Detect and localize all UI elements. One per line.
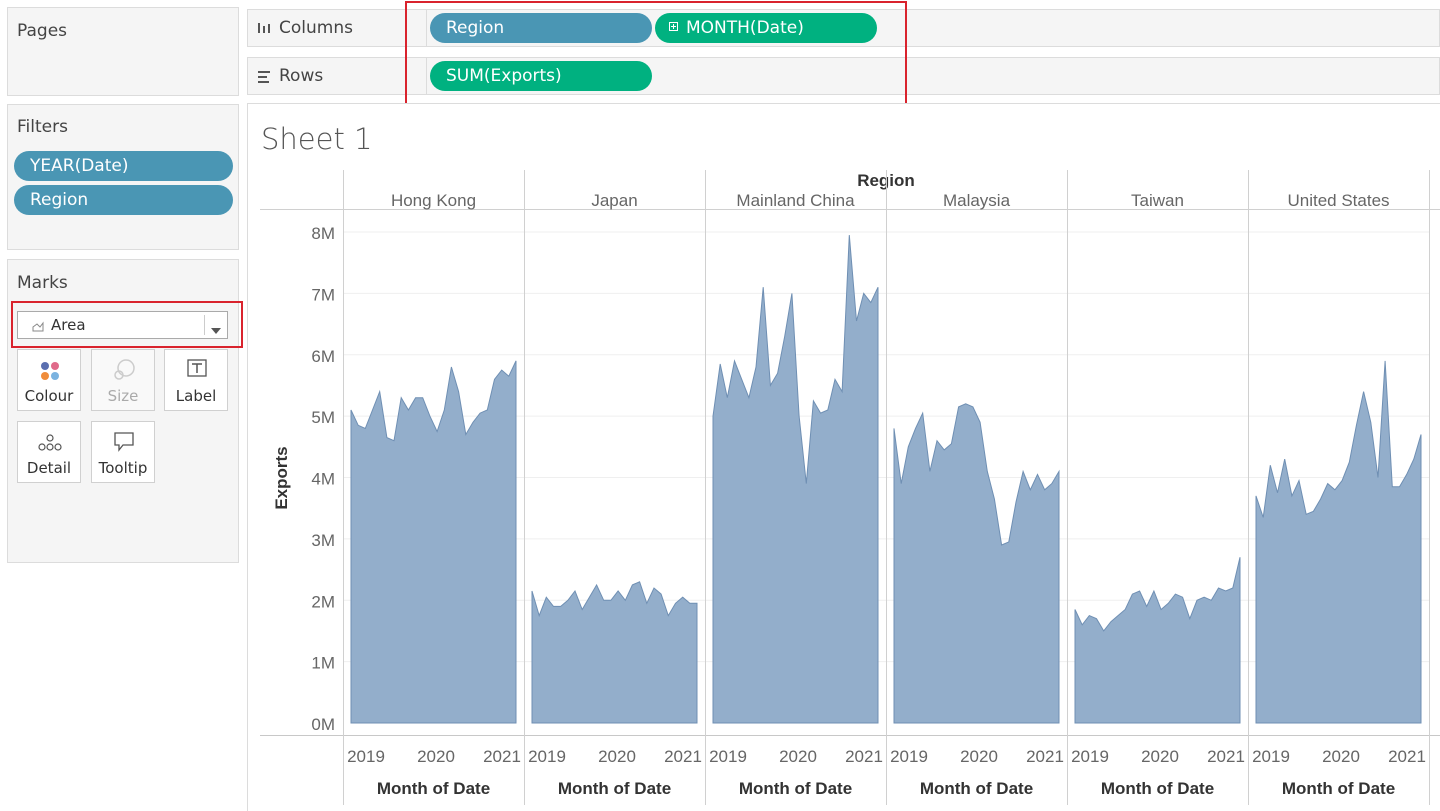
- x-tick-label: 2021: [845, 747, 883, 766]
- y-tick-label: 2M: [311, 592, 335, 611]
- y-tick-label: 1M: [311, 654, 335, 673]
- y-axis-title: Exports: [272, 446, 291, 509]
- pane-header-mainland-china: Mainland China: [736, 191, 855, 210]
- size-button[interactable]: Size: [91, 349, 155, 411]
- sheet-title: Sheet 1: [261, 122, 373, 156]
- x-tick-label: 2020: [960, 747, 998, 766]
- filter-pill-year-date[interactable]: YEAR(Date): [14, 151, 233, 181]
- pane-header-united-states: United States: [1287, 191, 1389, 210]
- rows-label: Rows: [279, 66, 324, 86]
- area-mark-japan: [531, 581, 698, 724]
- x-axis-title: Month of Date: [739, 779, 852, 798]
- area-mark-mainland-china: [712, 235, 879, 724]
- area-chart[interactable]: Region0M1M2M3M4M5M6M7M8MExportsHong Kong…: [248, 160, 1440, 811]
- columns-label: Columns: [279, 18, 353, 38]
- x-tick-label: 2020: [598, 747, 636, 766]
- pane-header-taiwan: Taiwan: [1131, 191, 1184, 210]
- x-tick-label: 2021: [1388, 747, 1426, 766]
- filters-title: Filters: [17, 117, 68, 137]
- label-button[interactable]: Label: [164, 349, 228, 411]
- pane-header-japan: Japan: [591, 191, 637, 210]
- x-tick-label: 2019: [1071, 747, 1109, 766]
- tooltip-icon: [92, 430, 154, 454]
- y-tick-label: 3M: [311, 531, 335, 550]
- y-tick-label: 6M: [311, 347, 335, 366]
- x-tick-label: 2020: [417, 747, 455, 766]
- size-icon: [92, 358, 154, 382]
- x-tick-label: 2020: [1141, 747, 1179, 766]
- label-icon: [165, 358, 227, 382]
- x-tick-label: 2020: [779, 747, 817, 766]
- pages-title: Pages: [17, 21, 68, 41]
- x-axis-title: Month of Date: [1101, 779, 1214, 798]
- x-axis-title: Month of Date: [920, 779, 1033, 798]
- rows-icon: [257, 69, 271, 88]
- x-tick-label: 2019: [347, 747, 385, 766]
- tooltip-label: Tooltip: [98, 459, 148, 477]
- shelves-highlight-box: [405, 1, 907, 112]
- colour-button[interactable]: Colour: [17, 349, 81, 411]
- x-tick-label: 2019: [528, 747, 566, 766]
- y-tick-label: 0M: [311, 715, 335, 734]
- colour-icon: [18, 358, 80, 382]
- columns-icon: [257, 20, 271, 39]
- x-tick-label: 2021: [483, 747, 521, 766]
- area-mark-hong-kong: [350, 360, 517, 724]
- colour-label: Colour: [24, 387, 74, 405]
- area-mark-united-states: [1255, 360, 1422, 724]
- detail-icon: [18, 430, 80, 454]
- filter-pill-region[interactable]: Region: [14, 185, 233, 215]
- filters-panel[interactable]: Filters YEAR(Date) Region: [7, 104, 239, 250]
- x-tick-label: 2021: [1026, 747, 1064, 766]
- x-axis-title: Month of Date: [377, 779, 490, 798]
- x-axis-title: Month of Date: [1282, 779, 1395, 798]
- pane-header-malaysia: Malaysia: [943, 191, 1011, 210]
- y-tick-label: 4M: [311, 470, 335, 489]
- x-tick-label: 2021: [664, 747, 702, 766]
- y-tick-label: 5M: [311, 408, 335, 427]
- x-tick-label: 2020: [1322, 747, 1360, 766]
- x-tick-label: 2019: [1252, 747, 1290, 766]
- x-tick-label: 2021: [1207, 747, 1245, 766]
- marks-title: Marks: [17, 273, 68, 293]
- pane-header-hong-kong: Hong Kong: [391, 191, 476, 210]
- label-label: Label: [175, 387, 217, 405]
- detail-label: Detail: [26, 459, 72, 477]
- marks-highlight-box: [11, 301, 243, 348]
- y-tick-label: 7M: [311, 285, 335, 304]
- x-tick-label: 2019: [709, 747, 747, 766]
- detail-button[interactable]: Detail: [17, 421, 81, 483]
- size-label: Size: [107, 387, 139, 405]
- tooltip-button[interactable]: Tooltip: [91, 421, 155, 483]
- area-mark-malaysia: [893, 403, 1060, 724]
- x-tick-label: 2019: [890, 747, 928, 766]
- x-axis-title: Month of Date: [558, 779, 671, 798]
- area-mark-taiwan: [1074, 557, 1241, 724]
- pages-panel[interactable]: Pages: [7, 7, 239, 96]
- y-tick-label: 8M: [311, 224, 335, 243]
